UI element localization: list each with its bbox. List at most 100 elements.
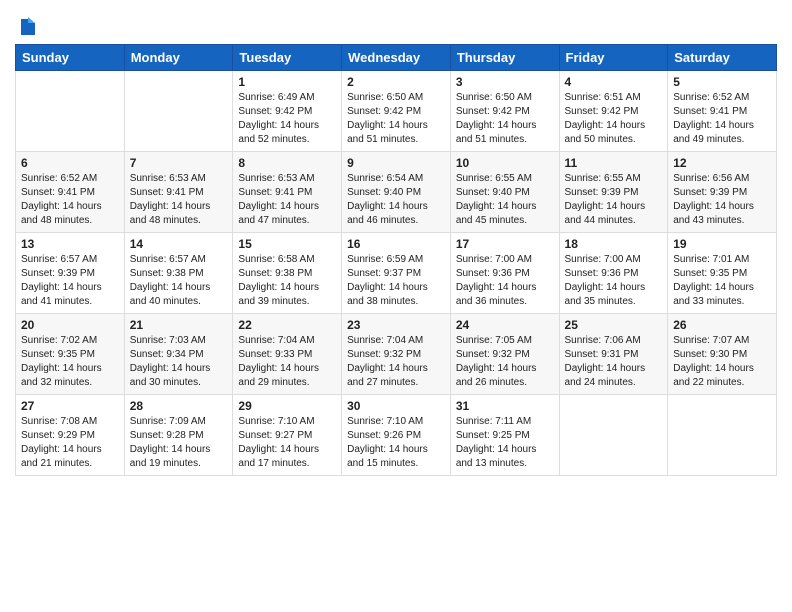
cell-content: Sunrise: 7:10 AM: [238, 415, 336, 429]
cell-content: Sunset: 9:35 PM: [21, 348, 119, 362]
calendar-cell: [559, 395, 668, 476]
calendar-cell: 1Sunrise: 6:49 AMSunset: 9:42 PMDaylight…: [233, 71, 342, 152]
cell-content: Sunrise: 6:53 AM: [238, 172, 336, 186]
calendar-cell: 22Sunrise: 7:04 AMSunset: 9:33 PMDayligh…: [233, 314, 342, 395]
cell-content: Sunset: 9:41 PM: [238, 186, 336, 200]
cell-content: Daylight: 14 hours and 51 minutes.: [347, 119, 445, 147]
cell-content: Daylight: 14 hours and 15 minutes.: [347, 443, 445, 471]
calendar-cell: 31Sunrise: 7:11 AMSunset: 9:25 PMDayligh…: [450, 395, 559, 476]
calendar-cell: 28Sunrise: 7:09 AMSunset: 9:28 PMDayligh…: [124, 395, 233, 476]
cell-content: Daylight: 14 hours and 43 minutes.: [673, 200, 771, 228]
calendar-cell: 29 Sunrise: 7:10 AMSunset: 9:27 PMDayligh…: [233, 395, 342, 476]
calendar-week-3: 13Sunrise: 6:57 AMSunset: 9:39 PMDayligh…: [16, 233, 777, 314]
calendar-cell: 9Sunrise: 6:54 AMSunset: 9:40 PMDaylight…: [342, 152, 451, 233]
cell-content: Sunrise: 6:49 AM: [238, 91, 336, 105]
cell-content: Sunrise: 7:05 AM: [456, 334, 554, 348]
cell-content: Daylight: 14 hours and 33 minutes.: [673, 281, 771, 309]
cell-content: Sunrise: 6:56 AM: [673, 172, 771, 186]
day-number: 1: [238, 75, 336, 89]
cell-content: Sunset: 9:30 PM: [673, 348, 771, 362]
cell-content: Sunrise: 7:01 AM: [673, 253, 771, 267]
calendar-week-5: 27Sunrise: 7:08 AMSunset: 9:29 PMDayligh…: [16, 395, 777, 476]
cell-content: Daylight: 14 hours and 24 minutes.: [565, 362, 663, 390]
cell-content: Sunset: 9:27 PM: [238, 429, 336, 443]
cell-content: Sunrise: 7:03 AM: [130, 334, 228, 348]
weekday-header-monday: Monday: [124, 45, 233, 71]
day-number: 26: [673, 318, 771, 332]
cell-content: Sunset: 9:42 PM: [456, 105, 554, 119]
cell-content: Sunrise: 6:53 AM: [130, 172, 228, 186]
cell-content: Sunrise: 7:00 AM: [565, 253, 663, 267]
cell-content: Daylight: 14 hours and 52 minutes.: [238, 119, 336, 147]
cell-content: Daylight: 14 hours and 49 minutes.: [673, 119, 771, 147]
cell-content: Sunrise: 7:00 AM: [456, 253, 554, 267]
cell-content: Sunrise: 7:07 AM: [673, 334, 771, 348]
calendar-week-1: 1Sunrise: 6:49 AMSunset: 9:42 PMDaylight…: [16, 71, 777, 152]
cell-content: Daylight: 14 hours and 41 minutes.: [21, 281, 119, 309]
day-number: 30: [347, 399, 445, 413]
cell-content: Sunrise: 6:57 AM: [21, 253, 119, 267]
weekday-header-tuesday: Tuesday: [233, 45, 342, 71]
calendar-cell: 2Sunrise: 6:50 AMSunset: 9:42 PMDaylight…: [342, 71, 451, 152]
day-number: 29: [238, 399, 336, 413]
cell-content: Sunrise: 6:54 AM: [347, 172, 445, 186]
cell-content: Sunset: 9:32 PM: [456, 348, 554, 362]
cell-content: Daylight: 14 hours and 27 minutes.: [347, 362, 445, 390]
calendar-cell: 13Sunrise: 6:57 AMSunset: 9:39 PMDayligh…: [16, 233, 125, 314]
cell-content: Sunrise: 7:04 AM: [347, 334, 445, 348]
cell-content: Sunrise: 6:50 AM: [456, 91, 554, 105]
calendar-cell: 30Sunrise: 7:10 AMSunset: 9:26 PMDayligh…: [342, 395, 451, 476]
day-number: 25: [565, 318, 663, 332]
calendar-cell: 17Sunrise: 7:00 AMSunset: 9:36 PMDayligh…: [450, 233, 559, 314]
calendar-cell: 19 Sunrise: 7:01 AMSunset: 9:35 PMDayligh…: [668, 233, 777, 314]
cell-content: Sunrise: 6:50 AM: [347, 91, 445, 105]
weekday-header-friday: Friday: [559, 45, 668, 71]
cell-content: Sunset: 9:34 PM: [130, 348, 228, 362]
cell-content: Sunrise: 7:02 AM: [21, 334, 119, 348]
cell-content: Sunrise: 7:10 AM: [347, 415, 445, 429]
logo-icon: [17, 17, 39, 39]
cell-content: Daylight: 14 hours and 26 minutes.: [456, 362, 554, 390]
cell-content: Sunset: 9:35 PM: [673, 267, 771, 281]
cell-content: Daylight: 14 hours and 21 minutes.: [21, 443, 119, 471]
calendar-cell: [124, 71, 233, 152]
cell-content: Sunrise: 6:51 AM: [565, 91, 663, 105]
cell-content: Sunset: 9:41 PM: [21, 186, 119, 200]
calendar-cell: [668, 395, 777, 476]
cell-content: Sunrise: 7:04 AM: [238, 334, 336, 348]
calendar-cell: 21Sunrise: 7:03 AMSunset: 9:34 PMDayligh…: [124, 314, 233, 395]
calendar-table: SundayMondayTuesdayWednesdayThursdayFrid…: [15, 44, 777, 476]
cell-content: Daylight: 14 hours and 45 minutes.: [456, 200, 554, 228]
calendar-cell: 12Sunrise: 6:56 AMSunset: 9:39 PMDayligh…: [668, 152, 777, 233]
cell-content: Sunset: 9:40 PM: [347, 186, 445, 200]
cell-content: Daylight: 14 hours and 22 minutes.: [673, 362, 771, 390]
day-number: 14: [130, 237, 228, 251]
day-number: 6: [21, 156, 119, 170]
day-number: 16: [347, 237, 445, 251]
day-number: 5: [673, 75, 771, 89]
cell-content: Daylight: 14 hours and 35 minutes.: [565, 281, 663, 309]
calendar-cell: 3Sunrise: 6:50 AMSunset: 9:42 PMDaylight…: [450, 71, 559, 152]
cell-content: Sunset: 9:33 PM: [238, 348, 336, 362]
calendar-cell: 4Sunrise: 6:51 AMSunset: 9:42 PMDaylight…: [559, 71, 668, 152]
day-number: 13: [21, 237, 119, 251]
cell-content: Daylight: 14 hours and 50 minutes.: [565, 119, 663, 147]
cell-content: Daylight: 14 hours and 44 minutes.: [565, 200, 663, 228]
calendar-week-4: 20Sunrise: 7:02 AMSunset: 9:35 PMDayligh…: [16, 314, 777, 395]
cell-content: Sunset: 9:41 PM: [673, 105, 771, 119]
day-number: 17: [456, 237, 554, 251]
day-number: 12: [673, 156, 771, 170]
cell-content: Daylight: 14 hours and 38 minutes.: [347, 281, 445, 309]
day-number: 23: [347, 318, 445, 332]
cell-content: Daylight: 14 hours and 13 minutes.: [456, 443, 554, 471]
day-number: 19: [673, 237, 771, 251]
calendar-cell: 5Sunrise: 6:52 AMSunset: 9:41 PMDaylight…: [668, 71, 777, 152]
day-number: 21: [130, 318, 228, 332]
day-number: 15: [238, 237, 336, 251]
weekday-header-thursday: Thursday: [450, 45, 559, 71]
cell-content: Sunset: 9:28 PM: [130, 429, 228, 443]
cell-content: Daylight: 14 hours and 17 minutes.: [238, 443, 336, 471]
cell-content: Sunset: 9:32 PM: [347, 348, 445, 362]
cell-content: Daylight: 14 hours and 51 minutes.: [456, 119, 554, 147]
weekday-header-wednesday: Wednesday: [342, 45, 451, 71]
